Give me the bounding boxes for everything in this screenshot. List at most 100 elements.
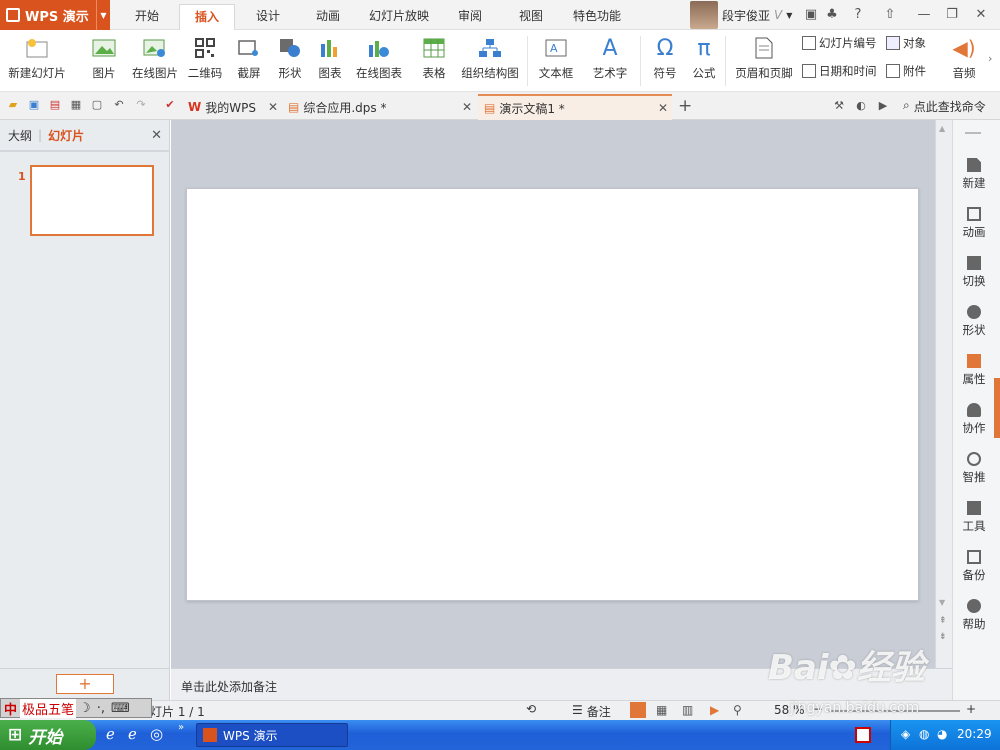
- tray-app-icon[interactable]: [855, 727, 871, 743]
- tool-icon[interactable]: ▶: [876, 99, 890, 113]
- save-icon[interactable]: ▣: [27, 98, 41, 112]
- skin-icon[interactable]: ▣: [803, 6, 819, 24]
- sidebar-item-recommend[interactable]: 智推: [953, 452, 995, 485]
- tab-special[interactable]: 特色功能: [565, 4, 629, 30]
- open-icon[interactable]: ▰: [6, 98, 20, 112]
- maximize-icon[interactable]: ❐: [944, 6, 960, 24]
- new-tab-plus-icon[interactable]: +: [678, 96, 692, 116]
- screenshot-button[interactable]: 截屏: [230, 33, 268, 89]
- tab-slideshow[interactable]: 幻灯片放映: [362, 4, 436, 30]
- shape-button[interactable]: 形状: [272, 33, 308, 89]
- tab-slides[interactable]: 幻灯片: [48, 127, 84, 144]
- pdf-icon[interactable]: ▤: [48, 98, 62, 112]
- tab-view[interactable]: 视图: [507, 4, 555, 30]
- favorite-icon[interactable]: ✔: [163, 98, 177, 112]
- tab-review[interactable]: 审阅: [446, 4, 494, 30]
- tool-icon[interactable]: ⚒: [832, 99, 846, 113]
- tab-animation[interactable]: 动画: [304, 4, 352, 30]
- shield-icon[interactable]: ◍: [919, 727, 929, 741]
- expand-icon[interactable]: »: [178, 722, 184, 733]
- play-icon[interactable]: ▶: [710, 703, 719, 717]
- textbox-button[interactable]: A 文本框: [532, 33, 580, 89]
- online-chart-button[interactable]: 在线图表: [349, 33, 409, 89]
- symbol-button[interactable]: Ω 符号: [646, 33, 684, 89]
- sidebar-item-backup[interactable]: 备份: [953, 550, 995, 583]
- browser-icon[interactable]: ◎: [150, 725, 163, 743]
- tab-outline[interactable]: 大纲: [8, 127, 32, 144]
- object-button[interactable]: 对象: [886, 33, 926, 53]
- sidebar-item-animation[interactable]: 动画: [953, 207, 995, 240]
- close-icon[interactable]: ✕: [268, 100, 278, 114]
- doc-tab-active[interactable]: ▤ 演示文稿1 * ✕: [478, 94, 672, 120]
- datetime-button[interactable]: 日期和时间: [802, 61, 877, 81]
- tab-design[interactable]: 设计: [244, 4, 292, 30]
- history-icon[interactable]: ⟲: [526, 702, 536, 716]
- online-picture-button[interactable]: 在线图片: [130, 33, 180, 89]
- shirt-icon[interactable]: ♣: [824, 6, 840, 24]
- taskbar-item-wps[interactable]: WPS 演示: [196, 723, 348, 747]
- keyboard-icon[interactable]: ⌨: [108, 701, 133, 716]
- minimize-icon[interactable]: —: [916, 6, 932, 24]
- sidebar-item-tools[interactable]: 工具: [953, 501, 995, 534]
- slide-thumbnail[interactable]: [30, 165, 154, 236]
- ime-toolbar[interactable]: 中 极品五笔 ☽ ·, ⌨: [0, 698, 152, 718]
- org-chart-button[interactable]: 组织结构图: [459, 33, 521, 89]
- sidebar-item-help[interactable]: 帮助: [953, 599, 995, 632]
- print-icon[interactable]: ▦: [69, 98, 83, 112]
- picture-button[interactable]: 图片: [84, 33, 124, 89]
- pin-icon[interactable]: ⚲: [733, 703, 742, 717]
- sidebar-item-collab[interactable]: 协作: [953, 403, 995, 436]
- doc-tab-dps[interactable]: ▤ 综合应用.dps * ✕: [282, 94, 476, 120]
- scroll-up-icon[interactable]: ▲: [939, 124, 945, 133]
- tab-home[interactable]: 开始: [123, 4, 171, 30]
- chevron-down-icon[interactable]: ▼: [786, 11, 792, 20]
- close-icon[interactable]: ✕: [973, 6, 989, 24]
- close-icon[interactable]: ✕: [151, 128, 162, 143]
- chart-button[interactable]: 图表: [315, 33, 345, 89]
- preview-icon[interactable]: ▢: [90, 98, 104, 112]
- undo-icon[interactable]: ↶: [112, 98, 126, 112]
- audio-button[interactable]: ◀) 音频: [944, 33, 984, 89]
- start-button[interactable]: ⊞ 开始: [0, 720, 96, 750]
- restore-up-icon[interactable]: ⇧: [882, 6, 898, 24]
- help-icon[interactable]: ?: [848, 6, 868, 24]
- new-slide-button[interactable]: 新建幻灯片: [6, 33, 68, 89]
- zoom-in-icon[interactable]: +: [966, 702, 976, 716]
- find-command-box[interactable]: ⌕ 点此查找命令: [903, 98, 986, 115]
- reading-view-icon[interactable]: ▥: [682, 703, 693, 717]
- close-icon[interactable]: ✕: [462, 100, 472, 114]
- attachment-button[interactable]: 附件: [886, 61, 926, 81]
- vertical-scrollbar[interactable]: ▲ ▼ ⇞ ⇟: [935, 120, 952, 668]
- scroll-down-icon[interactable]: ▼: [939, 598, 945, 607]
- slide-canvas[interactable]: [186, 188, 919, 601]
- table-button[interactable]: 表格: [415, 33, 453, 89]
- volume-icon[interactable]: ◕: [937, 727, 947, 741]
- header-footer-button[interactable]: 页眉和页脚: [732, 33, 796, 89]
- moon-icon[interactable]: ☽: [76, 701, 94, 716]
- normal-view-icon[interactable]: [630, 702, 646, 718]
- ie-icon[interactable]: ℯ: [106, 725, 115, 743]
- tab-insert[interactable]: 插入: [179, 4, 235, 30]
- redo-icon[interactable]: ↷: [134, 98, 148, 112]
- tool-icon[interactable]: ◐: [854, 99, 868, 113]
- ie-icon[interactable]: ℯ: [128, 725, 137, 743]
- sidebar-item-shape[interactable]: 形状: [953, 305, 995, 338]
- sorter-view-icon[interactable]: ▦: [656, 703, 667, 717]
- formula-button[interactable]: π 公式: [688, 33, 720, 89]
- sidebar-item-properties[interactable]: 属性: [953, 354, 995, 387]
- sidebar-collapse-handle[interactable]: [994, 378, 1000, 438]
- doc-tab-mywps[interactable]: W 我的WPS ✕: [182, 94, 282, 120]
- avatar[interactable]: [690, 1, 718, 29]
- sidebar-item-transition[interactable]: 切换: [953, 256, 995, 289]
- app-menu-button[interactable]: WPS 演示 ▼: [0, 0, 110, 30]
- wordart-button[interactable]: A 艺术字: [586, 33, 634, 89]
- network-icon[interactable]: ◈: [901, 727, 910, 741]
- punctuation-icon[interactable]: ·,: [94, 701, 108, 716]
- chevron-down-icon[interactable]: ▼: [96, 0, 110, 30]
- add-slide-button[interactable]: +: [56, 674, 114, 694]
- close-icon[interactable]: ✕: [658, 101, 668, 115]
- ribbon-scroll-right-icon[interactable]: ›: [988, 52, 992, 65]
- next-slide-icon[interactable]: ⇟: [939, 632, 947, 642]
- prev-slide-icon[interactable]: ⇞: [939, 616, 947, 626]
- user-account[interactable]: 段宇俊亚 V ▼: [690, 0, 792, 30]
